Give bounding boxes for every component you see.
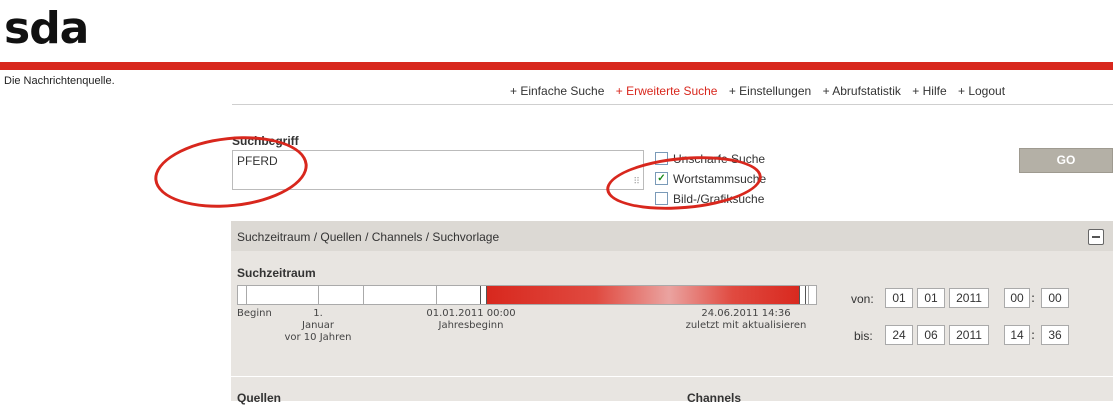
tagline: Die Nachrichtenquelle. xyxy=(4,75,115,87)
search-options-panel: Suchzeitraum / Quellen / Channels / Such… xyxy=(231,221,1113,405)
main-nav: + Einfache Suche + Erweiterte Suche + Ei… xyxy=(510,84,1013,98)
bis-month-input[interactable]: 06 xyxy=(917,325,945,345)
bis-day-input[interactable]: 24 xyxy=(885,325,913,345)
label-jahresbeginn: 01.01.2011 00:00 Jahresbeginn xyxy=(426,308,516,331)
option-wortstammsuche[interactable]: ✓ Wortstammsuche xyxy=(655,172,766,186)
option-label: Bild-/Grafiksuche xyxy=(673,192,765,206)
option-label: Wortstammsuche xyxy=(673,172,767,186)
brand-red-bar xyxy=(0,62,1113,70)
nav-logout[interactable]: + Logout xyxy=(958,84,1005,98)
von-month-input[interactable]: 01 xyxy=(917,288,945,308)
collapse-icon[interactable] xyxy=(1088,229,1104,245)
time-colon: : xyxy=(1031,291,1036,305)
go-button[interactable]: GO xyxy=(1019,148,1113,173)
nav-einfache-suche[interactable]: + Einfache Suche xyxy=(510,84,604,98)
nav-einstellungen[interactable]: + Einstellungen xyxy=(729,84,811,98)
channels-label: Channels xyxy=(687,391,742,405)
slider-tick xyxy=(246,286,247,304)
option-bild-grafiksuche[interactable]: Bild-/Grafiksuche xyxy=(655,192,764,206)
checkbox-unscharfe[interactable] xyxy=(655,152,668,166)
bis-minute-input[interactable]: 36 xyxy=(1041,325,1069,345)
nav-abrufstatistik[interactable]: + Abrufstatistik xyxy=(823,84,901,98)
label-januar: 1. Januar vor 10 Jahren xyxy=(284,308,352,343)
slider-tick xyxy=(363,286,364,304)
panel-divider xyxy=(231,376,1113,377)
sda-logo: sda xyxy=(4,3,89,54)
slider-tick xyxy=(436,286,437,304)
nav-erweiterte-suche[interactable]: + Erweiterte Suche xyxy=(616,84,718,98)
von-minute-input[interactable]: 00 xyxy=(1041,288,1069,308)
checkbox-wortstamm-checked[interactable]: ✓ xyxy=(655,172,668,186)
nav-divider xyxy=(232,104,1113,105)
time-colon: : xyxy=(1031,328,1036,342)
range-end-handle[interactable] xyxy=(799,286,806,304)
slider-tick xyxy=(808,286,809,304)
bis-hour-input[interactable]: 14 xyxy=(1004,325,1030,345)
option-label: Unscharfe Suche xyxy=(673,152,766,166)
slider-tick xyxy=(318,286,319,304)
label-zuletzt: 24.06.2011 14:36 zuletzt mit aktualisier… xyxy=(685,308,807,331)
panel-title: Suchzeitraum / Quellen / Channels / Such… xyxy=(237,230,500,244)
von-label: von: xyxy=(851,292,874,306)
timerange-slider[interactable] xyxy=(237,285,817,305)
range-start-handle[interactable] xyxy=(480,286,487,304)
zeitraum-label: Suchzeitraum xyxy=(237,266,316,280)
selected-range[interactable] xyxy=(484,286,803,304)
search-label: Suchbegriff xyxy=(232,134,299,148)
bis-label: bis: xyxy=(854,329,873,343)
option-unscharfe-suche[interactable]: Unscharfe Suche xyxy=(655,152,765,166)
bis-year-input[interactable]: 2011 xyxy=(949,325,989,345)
von-hour-input[interactable]: 00 xyxy=(1004,288,1030,308)
resize-grip-icon[interactable]: ⠿ xyxy=(633,177,640,187)
von-day-input[interactable]: 01 xyxy=(885,288,913,308)
panel-header[interactable]: Suchzeitraum / Quellen / Channels / Such… xyxy=(231,221,1113,251)
label-beginn: Beginn xyxy=(237,308,272,319)
nav-hilfe[interactable]: + Hilfe xyxy=(912,84,946,98)
von-year-input[interactable]: 2011 xyxy=(949,288,989,308)
search-input[interactable]: PFERD ⠿ xyxy=(232,150,644,190)
search-input-value: PFERD xyxy=(237,154,278,168)
checkbox-bild[interactable] xyxy=(655,192,668,206)
quellen-label: Quellen xyxy=(237,391,282,405)
